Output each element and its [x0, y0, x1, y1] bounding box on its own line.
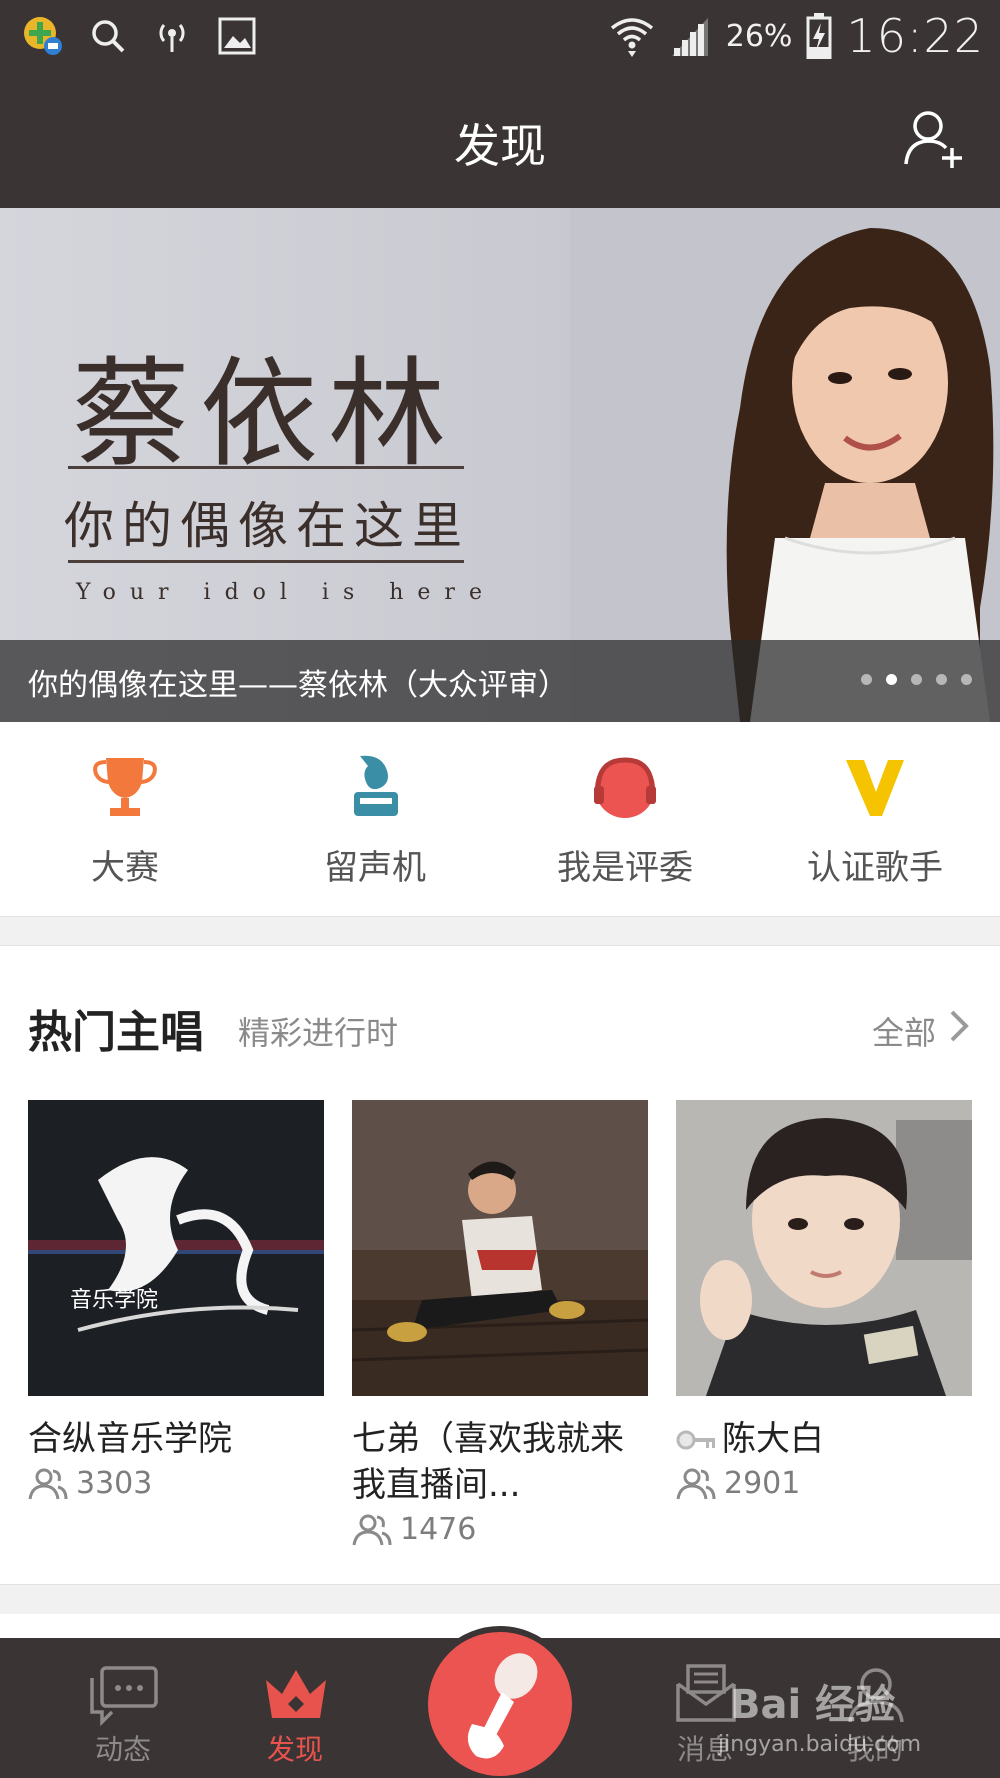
quick-entry-row: 大赛 留声机 我是评委 认证歌手	[0, 722, 1000, 916]
singer-name: 合纵音乐学院	[28, 1419, 232, 1459]
singer-thumbnail-image	[676, 1100, 972, 1396]
key-icon	[676, 1430, 715, 1450]
status-bar: 26% 16:22	[0, 0, 1000, 72]
battery-charging-icon	[806, 13, 832, 59]
singer-thumbnail[interactable]	[676, 1100, 972, 1396]
baidu-watermark: Bai 经验 jingyan.baidu.com	[710, 1668, 960, 1768]
entry-phonograph[interactable]: 留声机	[250, 722, 500, 916]
follower-count-row: 3303	[28, 1466, 324, 1501]
trophy-icon	[93, 758, 157, 816]
singer-name: 陈大白	[722, 1419, 824, 1459]
header: 发现	[0, 72, 1000, 208]
follower-count-row: 1476	[352, 1512, 648, 1547]
hot-singers-header: 热门主唱 精彩进行时 全部	[28, 996, 972, 1058]
singer-name: 七弟（喜欢我就来我直播间...	[352, 1419, 624, 1505]
banner-english: Your idol is here	[76, 580, 496, 605]
singer-thumbnail[interactable]: 音乐学院	[28, 1100, 324, 1396]
view-all-link[interactable]: 全部	[872, 1008, 936, 1054]
banner-rule-bottom	[68, 560, 464, 563]
banner-title: 蔡依林	[72, 345, 457, 483]
entry-verified-singer[interactable]: 认证歌手	[750, 722, 1000, 916]
hotspot-icon	[152, 16, 192, 56]
follower-count: 2901	[724, 1466, 801, 1501]
carousel-dot	[861, 674, 872, 685]
entry-judge[interactable]: 我是评委	[500, 722, 750, 916]
sing-button[interactable]	[422, 1626, 578, 1778]
hot-singers-list: 音乐学院 合纵音乐学院 3303 七弟（喜欢我就来我直播间... 1476 陈大…	[28, 1100, 972, 1570]
signal-icon	[668, 14, 712, 58]
people-icon	[676, 1468, 716, 1499]
status-bar-right: 26% 16:22	[610, 8, 984, 64]
tab-label: 发现	[266, 1733, 323, 1766]
singer-card[interactable]: 陈大白 2901	[676, 1100, 972, 1501]
singer-thumbnail-image	[28, 1100, 324, 1396]
section-divider	[0, 916, 1000, 946]
singer-name-row: 七弟（喜欢我就来我直播间...	[352, 1416, 648, 1508]
people-icon	[352, 1514, 392, 1545]
banner-rule-top	[68, 466, 464, 469]
status-bar-left	[22, 12, 256, 60]
clock: 16:22	[846, 9, 984, 63]
microphone-icon	[467, 1653, 538, 1759]
section-divider	[0, 1584, 1000, 1614]
singer-name-row: 合纵音乐学院	[28, 1416, 324, 1462]
entry-label: 留声机	[324, 848, 426, 888]
carousel-dot-active	[886, 674, 897, 685]
entry-label: 我是评委	[557, 848, 693, 888]
page-title: 发现	[454, 119, 546, 173]
entry-label: 认证歌手	[807, 848, 943, 888]
banner-caption-bar: 你的偶像在这里——蔡依林（大众评审）	[0, 640, 1000, 722]
carousel-indicator	[861, 674, 972, 685]
battery-percent: 26%	[725, 18, 793, 54]
chat-bubble-icon	[90, 1666, 158, 1726]
singer-thumbnail-image	[352, 1100, 648, 1396]
banner-caption: 你的偶像在这里——蔡依林（大众评审）	[28, 668, 568, 703]
singer-thumbnail[interactable]	[352, 1100, 648, 1396]
entry-label: 大赛	[91, 848, 159, 888]
banner-carousel[interactable]: 蔡依林 你的偶像在这里 Your idol is here 你的偶像在这里——蔡…	[0, 208, 1000, 722]
thumb-caption: 音乐学院	[70, 1288, 159, 1313]
people-icon	[28, 1468, 68, 1499]
verified-v-icon	[846, 760, 904, 816]
crown-icon	[266, 1670, 326, 1718]
add-friend-icon	[904, 111, 962, 168]
watermark-text: Bai 经验	[730, 1682, 896, 1728]
phonograph-icon	[354, 755, 398, 816]
headphones-icon	[594, 757, 656, 818]
image-icon	[218, 17, 256, 55]
follower-count: 1476	[400, 1512, 477, 1547]
carousel-dot	[936, 674, 947, 685]
tab-discover[interactable]: 发现	[220, 1638, 370, 1778]
entry-contest[interactable]: 大赛	[0, 722, 250, 916]
singer-name-row: 陈大白	[676, 1416, 972, 1462]
section-title: 热门主唱	[28, 1007, 204, 1058]
banner-subtitle: 你的偶像在这里	[64, 497, 470, 555]
watermark-url: jingyan.baidu.com	[718, 1732, 922, 1757]
section-subtitle: 精彩进行时	[238, 1014, 399, 1052]
chevron-right-icon[interactable]	[948, 1008, 972, 1044]
singer-card[interactable]: 七弟（喜欢我就来我直播间... 1476	[352, 1100, 648, 1547]
singer-card[interactable]: 音乐学院 合纵音乐学院 3303	[28, 1100, 324, 1501]
app-notification-icon	[22, 15, 64, 57]
search-icon	[90, 18, 126, 54]
carousel-dot	[961, 674, 972, 685]
tab-label: 动态	[94, 1733, 151, 1766]
add-friend-button[interactable]	[902, 106, 966, 170]
wifi-icon	[610, 14, 654, 58]
carousel-dot	[911, 674, 922, 685]
tab-feed[interactable]: 动态	[48, 1638, 198, 1778]
follower-count-row: 2901	[676, 1466, 972, 1501]
follower-count: 3303	[76, 1466, 153, 1501]
